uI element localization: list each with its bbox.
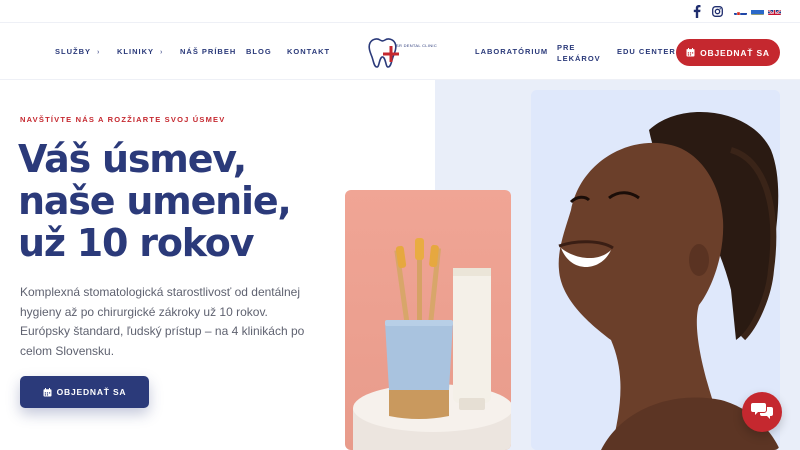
chevron-right-icon: › (97, 49, 101, 56)
nav-item-edu-center[interactable]: EDU CENTER (617, 47, 676, 56)
instagram-icon[interactable] (710, 4, 724, 18)
hero-paragraph: Komplexná stomatologická starostlivosť o… (20, 285, 305, 358)
logo[interactable]: SR DENTAL CLINIC (361, 34, 439, 72)
chevron-right-icon: › (160, 49, 164, 56)
nav-item-blog[interactable]: BLOG (246, 47, 272, 56)
nav-label-line1: PRE (557, 43, 576, 52)
logo-text: SR DENTAL CLINIC (396, 43, 438, 48)
nav-item-kontakt[interactable]: KONTAKT (287, 47, 330, 56)
nav-item-laboratorium[interactable]: LABORATÓRIUM (475, 47, 548, 56)
smiling-woman-photo (531, 90, 780, 450)
nav-label: KLINIKY (117, 47, 154, 56)
nav-item-sluzby[interactable]: SLUŽBY › (55, 47, 100, 56)
facebook-icon[interactable] (690, 4, 704, 18)
flag-gb-icon[interactable] (768, 6, 781, 15)
flag-ua-icon[interactable] (751, 6, 764, 15)
hero-headline: Váš úsmev, naše umenie, už 10 rokov (18, 137, 292, 265)
hero-book-button[interactable]: OBJEDNAŤ SA (20, 376, 149, 408)
chat-button[interactable] (742, 392, 782, 432)
nav-item-nas-pribeh[interactable]: NÁŠ PRÍBEH (180, 47, 236, 56)
calendar-icon (686, 48, 695, 57)
calendar-icon (43, 387, 52, 397)
nav-label-line2: LEKÁROV (557, 54, 601, 63)
flag-sk-icon[interactable] (734, 6, 747, 15)
nav-item-pre-lekarov[interactable]: PRE LEKÁROV (557, 42, 601, 64)
headline-line: už 10 rokov (18, 221, 254, 265)
hero-eyebrow: NAVŠTÍVTE NÁS A ROZŽIARTE SVOJ ÚSMEV (20, 115, 226, 124)
top-bar (0, 0, 800, 22)
button-label: OBJEDNAŤ SA (700, 47, 770, 58)
headline-line: Váš úsmev, (18, 137, 247, 181)
headline-line: naše umenie, (18, 179, 292, 223)
nav-item-kliniky[interactable]: KLINIKY › (117, 47, 163, 56)
nav-label: SLUŽBY (55, 47, 91, 56)
button-label: OBJEDNAŤ SA (56, 387, 127, 397)
main-header: SLUŽBY › KLINIKY › NÁŠ PRÍBEH BLOG KONTAKT… (0, 22, 800, 80)
toothbrush-photo (345, 190, 511, 450)
chat-icon (751, 401, 773, 424)
book-appointment-button[interactable]: OBJEDNAŤ SA (676, 39, 780, 66)
